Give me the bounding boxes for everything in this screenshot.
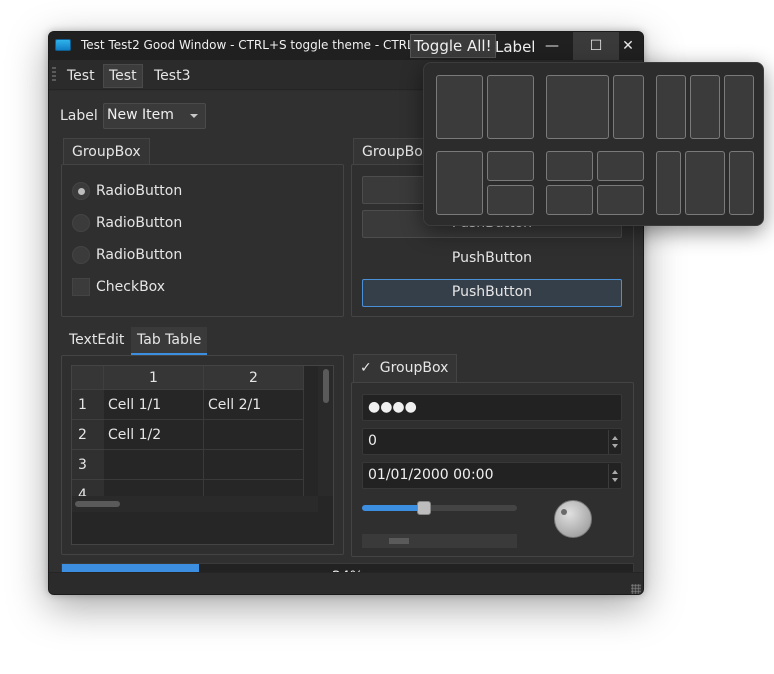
tab-textedit[interactable]: TextEdit	[63, 327, 130, 355]
slider-fill	[362, 505, 424, 511]
groupbox-left: RadioButton RadioButton RadioButton Chec…	[61, 164, 344, 317]
spin-down-icon[interactable]	[612, 444, 618, 448]
snap-zone[interactable]	[487, 151, 534, 181]
spin-up-icon[interactable]	[612, 470, 618, 474]
snap-layout-three-equal[interactable]	[656, 75, 754, 139]
snap-layout-four-quadrants[interactable]	[546, 151, 644, 215]
menu-item-test3[interactable]: Test3	[149, 64, 195, 88]
column-header[interactable]: 1	[104, 366, 204, 390]
snap-zone[interactable]	[546, 185, 593, 215]
checkbox[interactable]	[72, 278, 90, 296]
table-empty-area	[72, 512, 333, 544]
radio-label-2: RadioButton	[96, 215, 183, 231]
groupbox-check-icon[interactable]: ✓	[360, 360, 372, 376]
tab-table[interactable]: Tab Table	[131, 327, 208, 355]
table-cell[interactable]	[204, 450, 304, 480]
groupbox-checkable-header[interactable]: ✓ GroupBox	[353, 354, 458, 384]
radio-label-3: RadioButton	[96, 247, 183, 263]
checkbox-label: CheckBox	[96, 279, 166, 295]
snap-layouts-flyout	[423, 62, 764, 226]
push-button-3[interactable]: PushButton	[362, 245, 622, 273]
snap-layout-two-equal[interactable]	[436, 75, 534, 139]
groupbox-checkable: ●●●● 0 01/01/2000 00:00	[351, 382, 634, 557]
row-header[interactable]: 3	[72, 450, 104, 480]
menu-item-test-active[interactable]: Test	[103, 64, 143, 88]
dial-indicator	[561, 509, 567, 515]
groupbox-checkable-title: GroupBox	[379, 360, 449, 376]
data-table[interactable]: 1 2 1 Cell 1/1 Cell 2/1 2 Cell 1/2 3 4	[71, 365, 334, 545]
item-combobox[interactable]: New Item	[103, 103, 206, 129]
snap-zone[interactable]	[656, 151, 681, 215]
snap-zone[interactable]	[546, 151, 593, 181]
snap-layout-wide-narrow[interactable]	[546, 75, 644, 139]
dial-knob[interactable]	[554, 500, 592, 538]
radio-label-1: RadioButton	[96, 183, 183, 199]
snap-zone[interactable]	[613, 75, 644, 139]
spin-buttons[interactable]	[608, 430, 620, 454]
datetime-value: 01/01/2000 00:00	[368, 467, 494, 483]
combobox-value: New Item	[107, 107, 174, 123]
spin-box[interactable]: 0	[362, 428, 622, 455]
toolbar-grip[interactable]	[52, 67, 56, 83]
spin-box-value: 0	[368, 433, 377, 449]
resize-grip-icon[interactable]	[631, 584, 641, 594]
horizontal-scrollbar-thumb[interactable]	[75, 501, 120, 507]
radio-button-3[interactable]	[72, 246, 90, 264]
column-header[interactable]: 2	[204, 366, 304, 390]
snap-layout-narrow-wide-narrow[interactable]	[656, 151, 754, 215]
password-field[interactable]: ●●●●	[362, 394, 622, 421]
datetime-spin-buttons[interactable]	[608, 464, 620, 488]
chevron-down-icon	[190, 114, 198, 118]
datetime-edit[interactable]: 01/01/2000 00:00	[362, 462, 622, 489]
push-button-4[interactable]: PushButton	[362, 279, 622, 307]
app-icon	[55, 39, 71, 51]
maximize-icon: ☐	[589, 38, 603, 54]
table-cell[interactable]	[104, 450, 204, 480]
status-bar	[49, 572, 643, 594]
minimize-icon: —	[545, 38, 559, 54]
groupbox-left-title: GroupBox	[63, 138, 150, 166]
tab-pane: 1 2 1 Cell 1/1 Cell 2/1 2 Cell 1/2 3 4	[61, 355, 344, 555]
minimize-button[interactable]: —	[529, 32, 575, 60]
close-button[interactable]: ✕	[605, 32, 643, 60]
horizontal-scrollbar[interactable]	[72, 496, 318, 512]
vertical-scrollbar[interactable]	[318, 366, 333, 496]
snap-zone[interactable]	[546, 75, 609, 139]
window-title: Test Test2 Good Window - CTRL+S toggle t…	[81, 38, 436, 52]
slider-handle[interactable]	[417, 501, 431, 515]
snap-zone[interactable]	[685, 151, 725, 215]
close-icon: ✕	[622, 38, 634, 54]
spin-up-icon[interactable]	[612, 436, 618, 440]
menu-item-test[interactable]: Test	[62, 64, 100, 88]
table-cell[interactable]: Cell 2/1	[204, 390, 304, 420]
snap-zone[interactable]	[487, 185, 534, 215]
horizontal-slider[interactable]	[362, 501, 517, 515]
snap-zone[interactable]	[656, 75, 686, 139]
title-bar[interactable]: Test Test2 Good Window - CTRL+S toggle t…	[49, 32, 643, 60]
snap-zone[interactable]	[436, 75, 483, 139]
radio-button-2[interactable]	[72, 214, 90, 232]
table-cell[interactable]: Cell 1/2	[104, 420, 204, 450]
vertical-scrollbar-thumb[interactable]	[323, 369, 329, 403]
table-cell[interactable]: Cell 1/1	[104, 390, 204, 420]
snap-zone[interactable]	[487, 75, 534, 139]
snap-zone[interactable]	[690, 75, 720, 139]
row-header[interactable]: 1	[72, 390, 104, 420]
form-label: Label	[60, 108, 98, 124]
snap-layout-one-plus-two[interactable]	[436, 151, 534, 215]
radio-button-1[interactable]	[72, 182, 90, 200]
horizontal-scrollbar[interactable]	[362, 534, 517, 548]
scrollbar-thumb[interactable]	[389, 538, 409, 544]
spin-down-icon[interactable]	[612, 478, 618, 482]
table-corner[interactable]	[72, 366, 104, 390]
snap-zone[interactable]	[436, 151, 483, 215]
row-header[interactable]: 2	[72, 420, 104, 450]
snap-zone[interactable]	[597, 151, 644, 181]
snap-zone[interactable]	[597, 185, 644, 215]
table-cell[interactable]	[204, 420, 304, 450]
toggle-all-button[interactable]: Toggle All!	[410, 34, 496, 58]
snap-zone[interactable]	[724, 75, 754, 139]
snap-zone[interactable]	[729, 151, 754, 215]
